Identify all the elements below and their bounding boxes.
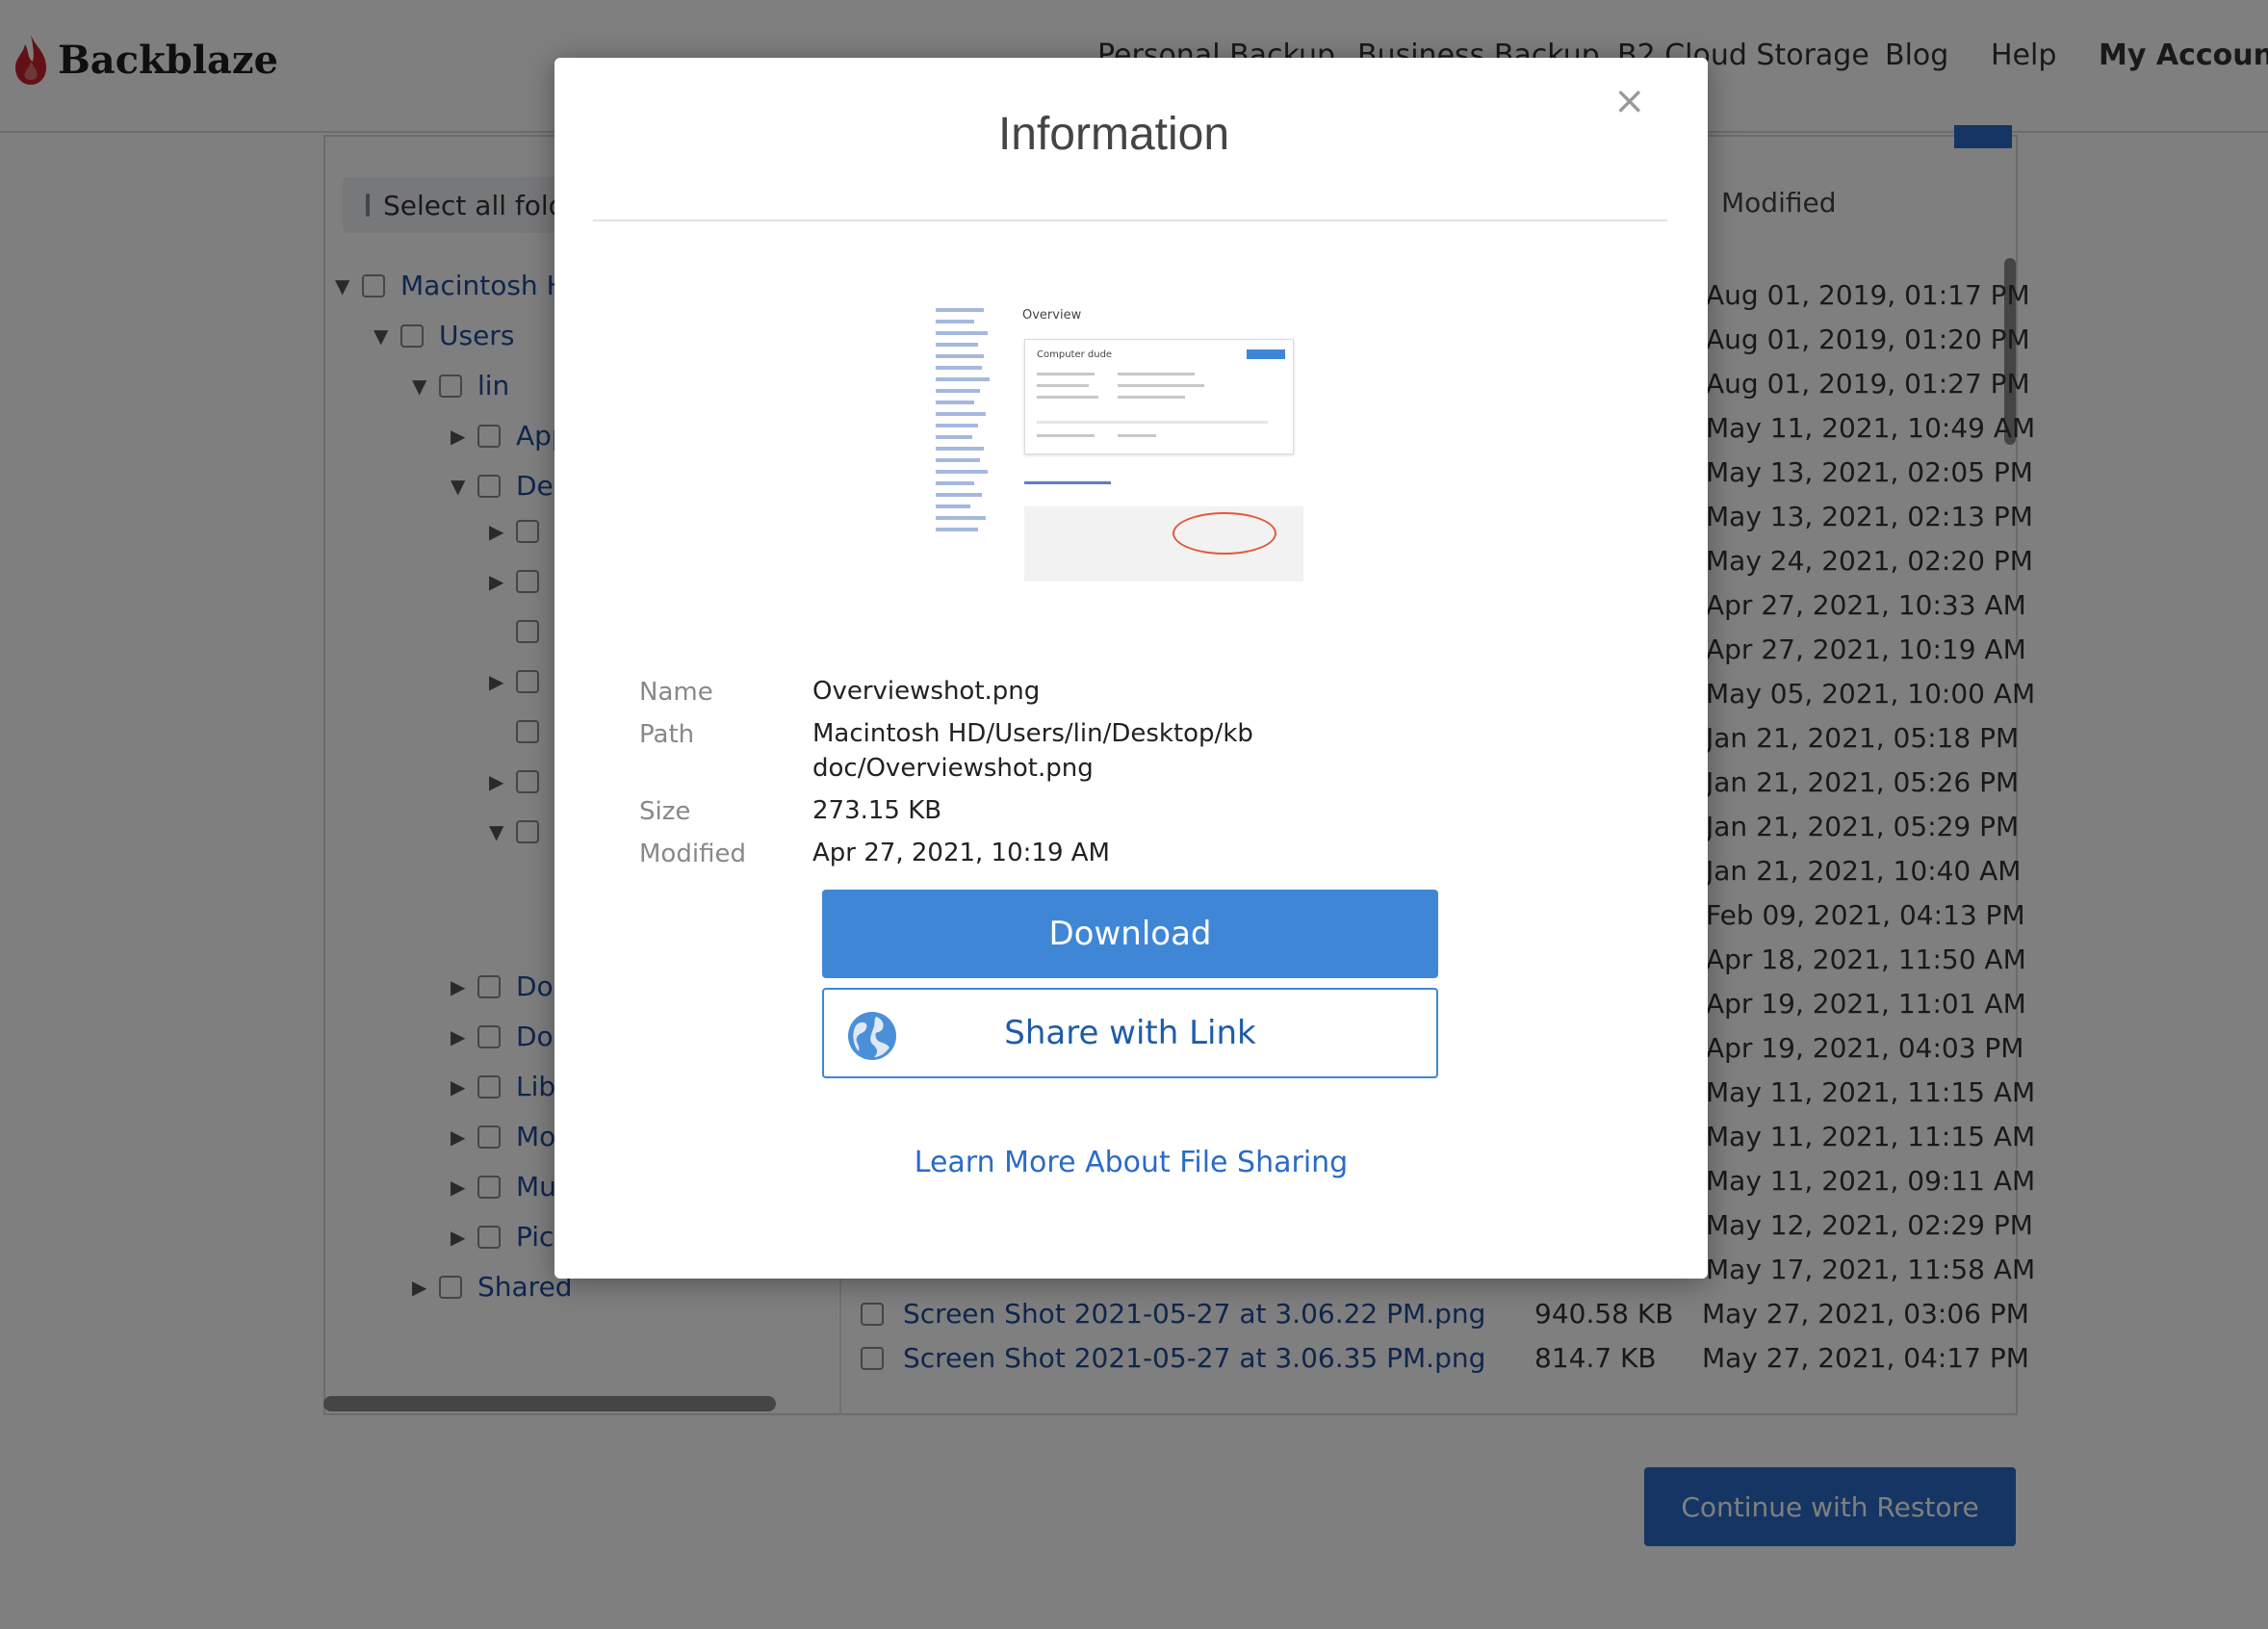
preview-sidebar (936, 308, 1003, 539)
preview-link-line (1024, 481, 1111, 484)
learn-more-file-sharing-link[interactable]: Learn More About File Sharing (554, 1146, 1708, 1179)
preview-highlight-circle (1173, 512, 1276, 555)
size-label: Size (639, 797, 691, 826)
information-modal: Information × Overview Computer dude Nam… (554, 58, 1708, 1279)
preview-card-title: Computer dude (1037, 349, 1113, 360)
name-value: Overviewshot.png (812, 677, 1041, 706)
size-value: 273.15 KB (812, 796, 942, 825)
path-value-line2: doc/Overviewshot.png (812, 754, 1094, 783)
share-button-label: Share with Link (1004, 1014, 1256, 1052)
preview-heading: Overview (1022, 308, 1082, 323)
modified-value: Apr 27, 2021, 10:19 AM (812, 839, 1110, 867)
globe-icon (848, 1012, 896, 1060)
modified-label: Modified (639, 840, 746, 868)
path-value-line1: Macintosh HD/Users/lin/Desktop/kb (812, 719, 1253, 748)
modal-title: Information (997, 109, 1230, 160)
download-button[interactable]: Download (822, 890, 1438, 978)
file-preview-thumbnail: Overview Computer dude (936, 289, 1321, 666)
path-label: Path (639, 720, 695, 749)
name-label: Name (639, 678, 713, 707)
close-icon[interactable]: × (1613, 79, 1646, 123)
preview-card: Computer dude (1024, 339, 1294, 454)
share-with-link-button[interactable]: Share with Link (822, 988, 1438, 1078)
modal-divider (593, 220, 1667, 221)
